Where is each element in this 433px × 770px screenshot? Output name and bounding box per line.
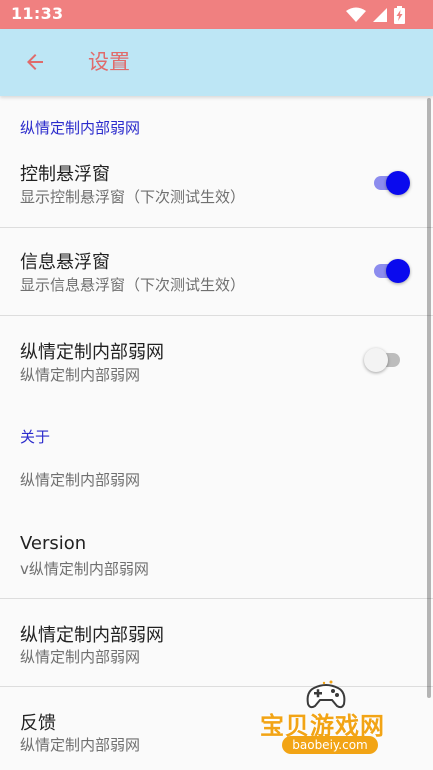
- pref-summary: v纵情定制内部弱网: [20, 560, 149, 578]
- pref-title: 信息悬浮窗: [20, 252, 110, 273]
- switch-thumb: [386, 171, 410, 195]
- pref-summary: 显示控制悬浮窗（下次测试生效）: [20, 188, 246, 206]
- watermark-url: baobeiy.com: [282, 736, 378, 754]
- weak-network-switch[interactable]: [364, 346, 404, 372]
- pref-title: 纵情定制内部弱网: [20, 342, 164, 363]
- pref-weak-network-toggle[interactable]: 纵情定制内部弱网 纵情定制内部弱网: [0, 328, 433, 400]
- pref-version[interactable]: Version v纵情定制内部弱网: [0, 523, 433, 598]
- category-header-general: 纵情定制内部弱网: [20, 119, 141, 137]
- pref-title: 控制悬浮窗: [20, 164, 110, 185]
- wifi-icon: [346, 7, 366, 22]
- app-bar: 设置: [0, 29, 433, 96]
- control-floating-window-switch[interactable]: [372, 169, 410, 195]
- status-time: 11:33: [11, 4, 64, 23]
- divider: [0, 598, 433, 599]
- pref-summary: 纵情定制内部弱网: [20, 648, 141, 666]
- info-floating-window-switch[interactable]: [372, 257, 410, 283]
- pref-summary: 纵情定制内部弱网: [20, 736, 141, 754]
- battery-charging-icon: [394, 6, 405, 24]
- pref-title: 反馈: [20, 713, 56, 734]
- cell-signal-icon: [373, 8, 387, 22]
- divider: [0, 315, 433, 316]
- pref-title: 纵情定制内部弱网: [20, 625, 164, 646]
- pref-info-floating-window[interactable]: 信息悬浮窗 显示信息悬浮窗（下次测试生效）: [0, 238, 433, 315]
- back-button[interactable]: [14, 41, 56, 83]
- pref-about-description[interactable]: 纵情定制内部弱网: [0, 458, 433, 514]
- pref-summary: 纵情定制内部弱网: [20, 471, 141, 489]
- arrow-left-icon: [27, 54, 43, 70]
- pref-control-floating-window[interactable]: 控制悬浮窗 显示控制悬浮窗（下次测试生效）: [0, 150, 433, 227]
- pref-title: Version: [20, 533, 87, 554]
- category-header-about: 关于: [20, 428, 51, 446]
- status-icons: [346, 5, 405, 25]
- switch-thumb: [386, 259, 410, 283]
- settings-screen: 11:33 设置 纵情定制内部弱网 控制悬浮窗 显示控制悬浮窗（下次测试生效） …: [0, 0, 433, 770]
- watermark-logo: 宝贝游戏网 baobeiy.com: [258, 680, 418, 764]
- status-bar: 11:33: [0, 0, 433, 29]
- scrollbar[interactable]: [427, 98, 431, 698]
- pref-about-app[interactable]: 纵情定制内部弱网 纵情定制内部弱网: [0, 611, 433, 686]
- pref-summary: 纵情定制内部弱网: [20, 366, 141, 384]
- page-title: 设置: [88, 50, 130, 74]
- switch-thumb: [364, 348, 388, 372]
- divider: [0, 227, 433, 228]
- pref-summary: 显示信息悬浮窗（下次测试生效）: [20, 276, 246, 294]
